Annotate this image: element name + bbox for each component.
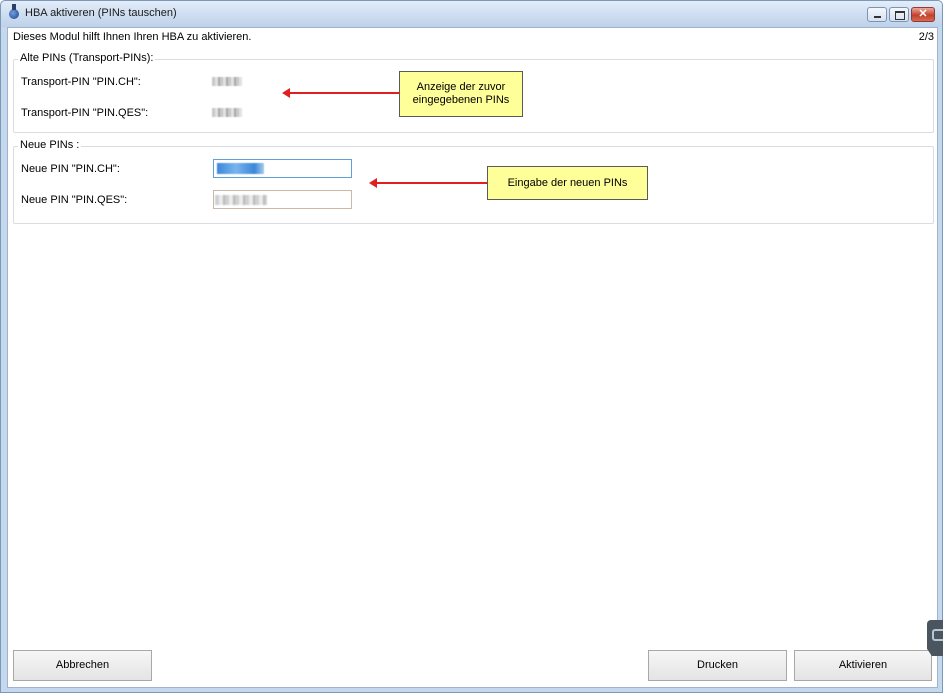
eingabe-callout: Eingabe der neuen PINs bbox=[487, 166, 648, 200]
anzeige-callout: Anzeige der zuvor eingegebenen PINs bbox=[399, 71, 523, 117]
new-pins-legend: Neue PINs : bbox=[18, 139, 82, 151]
new-pin-ch-label: Neue PIN "PIN.CH": bbox=[21, 163, 120, 175]
module-info-text: Dieses Modul hilft Ihnen Ihren HBA zu ak… bbox=[13, 31, 252, 43]
app-window: HBA aktiveren (PINs tauschen) ✕ Dieses M… bbox=[0, 0, 943, 693]
new-pin-qes-masked-text bbox=[215, 195, 267, 205]
transport-pin-qes-masked-value bbox=[212, 108, 242, 117]
window-title: HBA aktiveren (PINs tauschen) bbox=[25, 7, 177, 19]
new-pin-qes-input[interactable] bbox=[213, 190, 352, 209]
new-pin-qes-label: Neue PIN "PIN.QES": bbox=[21, 194, 128, 206]
transport-pin-qes-label: Transport-PIN "PIN.QES": bbox=[21, 107, 149, 119]
transport-pin-ch-masked-value bbox=[212, 77, 242, 86]
hba-app-icon bbox=[9, 4, 19, 19]
old-pins-legend: Alte PINs (Transport-PINs): bbox=[18, 52, 156, 64]
transport-pin-ch-label: Transport-PIN "PIN.CH": bbox=[21, 76, 141, 88]
step-indicator: 2/3 bbox=[918, 31, 934, 43]
activate-button[interactable]: Aktivieren bbox=[794, 650, 932, 681]
eingabe-callout-text: Eingabe der neuen PINs bbox=[507, 176, 628, 189]
new-pin-ch-selected-text bbox=[217, 163, 264, 174]
new-pins-group: Neue PINs : Neue PIN "PIN.CH": Neue PIN … bbox=[13, 139, 934, 224]
minimize-button[interactable] bbox=[867, 7, 887, 22]
anzeige-arrow bbox=[282, 88, 399, 98]
title-bar[interactable]: HBA aktiveren (PINs tauschen) ✕ bbox=[1, 1, 942, 27]
close-icon: ✕ bbox=[918, 8, 928, 20]
anzeige-callout-text: Anzeige der zuvor eingegebenen PINs bbox=[412, 81, 510, 106]
maximize-button[interactable] bbox=[889, 7, 909, 22]
close-button[interactable]: ✕ bbox=[911, 7, 935, 22]
cancel-button[interactable]: Abbrechen bbox=[13, 650, 152, 681]
new-pin-ch-input[interactable] bbox=[213, 159, 352, 178]
dialog-content: Dieses Modul hilft Ihnen Ihren HBA zu ak… bbox=[7, 27, 938, 688]
eingabe-arrow bbox=[369, 178, 487, 188]
side-panel-tab[interactable] bbox=[927, 620, 943, 656]
print-button[interactable]: Drucken bbox=[648, 650, 787, 681]
